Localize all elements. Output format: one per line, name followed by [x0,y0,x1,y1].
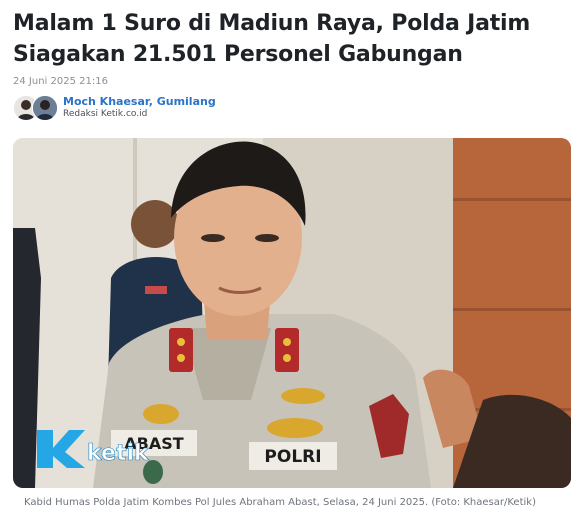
photo-caption: Kabid Humas Polda Jatim Kombes Pol Jules… [24,497,536,508]
ketik-logo-text: ketik [87,441,150,466]
avatar[interactable] [32,95,58,121]
author-block: Moch Khaesar, Gumilang Redaksi Ketik.co.… [13,94,216,122]
publish-date: 24 Juni 2025 21:16 [13,76,108,87]
author-organization: Redaksi Ketik.co.id [63,109,148,119]
author-avatars [13,95,59,121]
author-text: Moch Khaesar, Gumilang Redaksi Ketik.co.… [63,95,216,121]
author-names-link[interactable]: Moch Khaesar, Gumilang [63,95,216,108]
article-photo: ABAST POLRI ketik [13,138,571,488]
article-title: Malam 1 Suro di Madiun Raya, Polda Jatim… [13,11,531,67]
polri-plate-text: POLRI [264,447,321,467]
